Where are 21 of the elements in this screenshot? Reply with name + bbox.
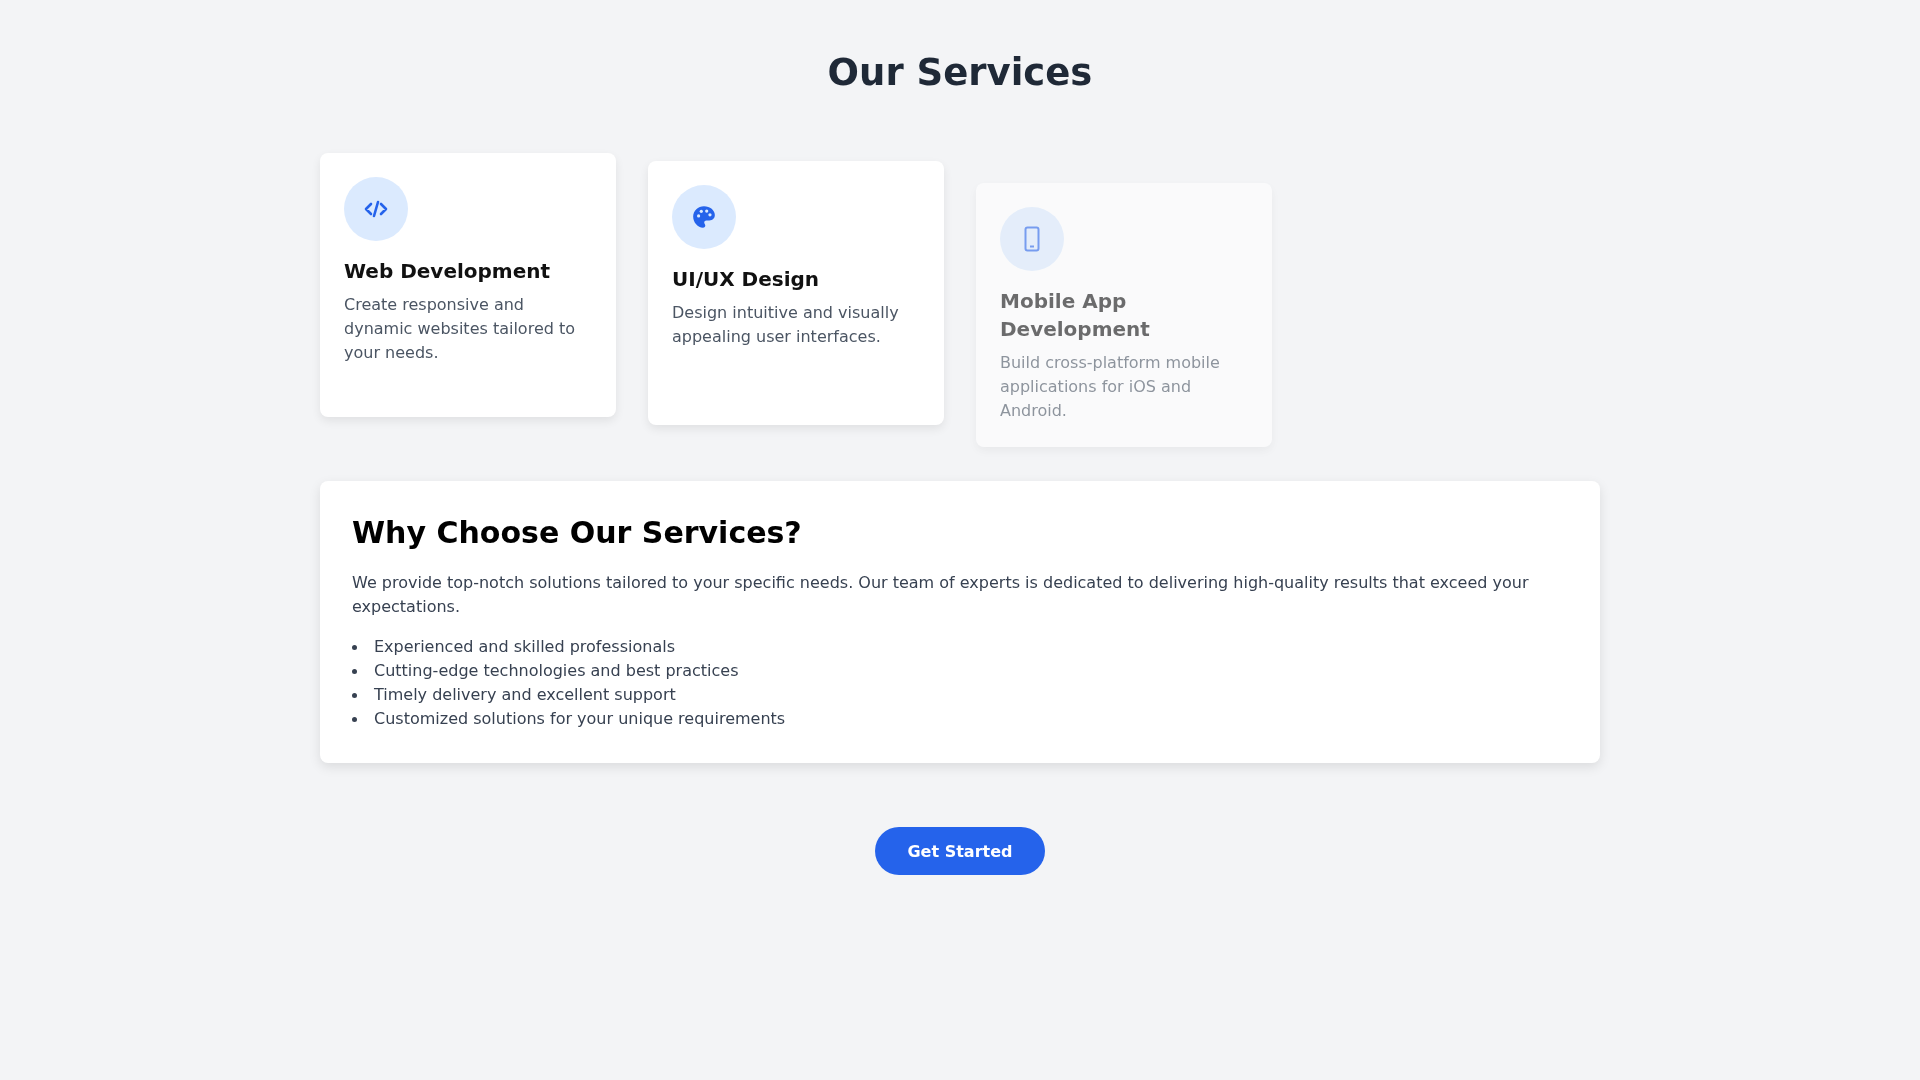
list-item: Cutting-edge technologies and best practices <box>374 660 739 682</box>
phone-icon <box>1024 226 1040 252</box>
page-title: Our Services <box>826 50 1094 96</box>
card-description: Build cross-platform mobile applications for iOS and Android. <box>1000 352 1221 422</box>
card-description: Design intuitive and visually appealing user interfaces. <box>672 302 900 348</box>
card-title: Web Development <box>344 258 552 285</box>
bullet-icon <box>352 716 357 722</box>
card-title: UI/UX Design <box>672 266 821 293</box>
card-description: Create responsive and dynamic websites tailored to your needs. <box>344 294 577 364</box>
list-item: Customized solutions for your unique requirements <box>374 708 786 730</box>
list-item: Experienced and skilled professionals <box>374 636 675 658</box>
get-started-button[interactable]: Get Started <box>875 827 1045 875</box>
code-icon <box>364 200 388 218</box>
bullet-icon <box>352 644 357 650</box>
list-item: Timely delivery and excellent support <box>374 684 676 706</box>
palette-icon <box>691 204 717 230</box>
section-heading: Why Choose Our Services? <box>352 514 803 552</box>
section-text: We provide top-notch solutions tailored to your specific needs. Our team of experts is dedicated to delivering high-quality results that exceed your expectations. <box>352 572 1530 618</box>
card-title: Mobile App Development <box>1000 288 1151 343</box>
bullet-icon <box>352 692 357 698</box>
bullet-icon <box>352 668 357 674</box>
